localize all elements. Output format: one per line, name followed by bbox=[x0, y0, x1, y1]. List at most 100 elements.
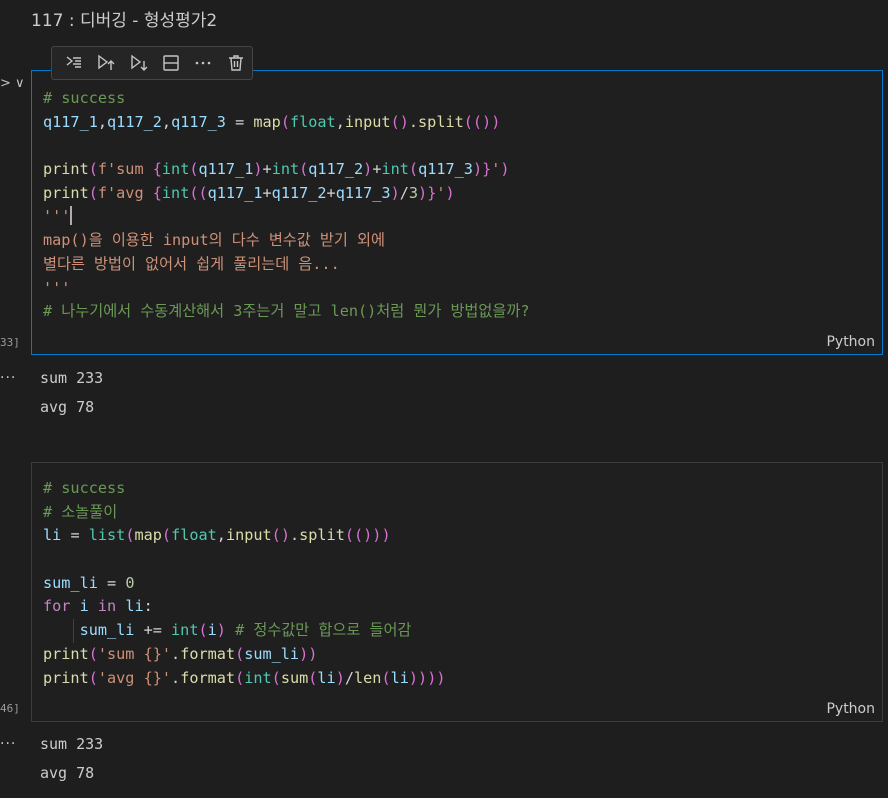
code-line[interactable]: ''' bbox=[43, 205, 529, 229]
code-token: )) bbox=[299, 644, 318, 663]
code-token: , bbox=[216, 526, 226, 545]
code-line[interactable]: for i in li: bbox=[43, 595, 445, 619]
code-token: ( bbox=[88, 644, 98, 663]
code-token: sum_li bbox=[244, 644, 300, 663]
cell-language-label[interactable]: Python bbox=[826, 701, 875, 717]
code-line[interactable]: sum_li = 0 bbox=[43, 572, 445, 596]
text-cursor bbox=[70, 206, 73, 226]
code-token: ) bbox=[335, 668, 345, 687]
code-token: ) bbox=[399, 112, 409, 131]
code-token: (( bbox=[463, 112, 483, 131]
code-token: for bbox=[43, 597, 71, 616]
code-token: # 나누기에서 수동계산해서 3주는거 말고 len()처럼 뭔가 방법없을까? bbox=[43, 302, 530, 321]
more-actions-icon[interactable] bbox=[187, 48, 219, 78]
execute-above-icon[interactable] bbox=[90, 48, 122, 78]
code-token: } bbox=[427, 183, 437, 202]
code-line[interactable]: ''' bbox=[43, 277, 529, 301]
code-token: q117_1 bbox=[207, 183, 263, 202]
code-line[interactable]: # success bbox=[43, 87, 529, 111]
code-line[interactable]: # 나누기에서 수동계산해서 3주는거 말고 len()처럼 뭔가 방법없을까? bbox=[43, 300, 529, 324]
code-token: ( bbox=[88, 160, 98, 179]
code-line[interactable]: # success bbox=[43, 477, 445, 501]
code-token: ( bbox=[189, 160, 199, 179]
output-line: avg 78 bbox=[40, 764, 95, 782]
code-line[interactable]: print('sum {}'.format(sum_li)) bbox=[43, 643, 445, 667]
code-line[interactable]: # 소놀풀이 bbox=[43, 501, 445, 525]
code-token: int bbox=[271, 160, 300, 179]
output-line: avg 78 bbox=[40, 398, 95, 416]
code-cell-1-source[interactable]: # success q117_1,q117_2,q117_3 = map(floa… bbox=[43, 87, 529, 324]
output-more-icon[interactable]: ... bbox=[0, 732, 16, 748]
code-token: ) bbox=[418, 183, 428, 202]
code-token: q117_2 bbox=[107, 112, 162, 131]
code-token: # 소놀풀이 bbox=[43, 502, 118, 521]
code-token: list bbox=[88, 526, 126, 545]
code-token: ''' bbox=[43, 207, 71, 226]
code-line[interactable]: sum_li += int(i) # 정수값만 합으로 들어감 bbox=[43, 619, 445, 643]
code-token: q117_1 bbox=[43, 112, 98, 131]
code-token: ( bbox=[161, 526, 172, 545]
code-token: map bbox=[253, 112, 281, 131]
code-token: map bbox=[134, 526, 162, 545]
code-line[interactable]: map()을 이용한 input의 다수 변수값 받기 외에 bbox=[43, 229, 529, 253]
code-token: format bbox=[180, 644, 236, 663]
split-cell-icon[interactable] bbox=[155, 48, 187, 78]
code-line[interactable]: print(f'sum {int(q117_1)+int(q117_2)+int… bbox=[43, 158, 529, 182]
code-token: + bbox=[262, 160, 272, 179]
code-line[interactable]: print('avg {}'.format(int(sum(li)/len(li… bbox=[43, 667, 445, 691]
code-cell-2-source[interactable]: # success # 소놀풀이 li = list(map(float,input… bbox=[43, 477, 445, 690]
code-token: print bbox=[43, 668, 89, 687]
code-token: { bbox=[152, 183, 162, 202]
code-token: . bbox=[171, 668, 181, 687]
code-token: ( bbox=[390, 112, 400, 131]
code-token: format bbox=[180, 668, 236, 687]
code-token: 3 bbox=[408, 183, 419, 202]
output-line: sum 233 bbox=[40, 735, 104, 753]
code-token: # success bbox=[43, 89, 126, 107]
code-line[interactable] bbox=[43, 134, 529, 158]
code-token: ) bbox=[216, 621, 226, 640]
delete-icon[interactable] bbox=[220, 48, 252, 78]
code-token: . bbox=[408, 112, 419, 131]
code-token: # 정수값만 합으로 들어감 bbox=[235, 621, 412, 640]
code-token: sum_li bbox=[79, 621, 135, 640]
execute-below-icon[interactable] bbox=[123, 48, 155, 78]
code-line[interactable]: q117_1,q117_2,q117_3 = map(float,input()… bbox=[43, 111, 529, 135]
code-token: map()을 이용한 input의 다수 변수값 받기 외에 bbox=[43, 231, 385, 250]
code-token: (( bbox=[189, 183, 208, 202]
code-token: ( bbox=[235, 644, 245, 663]
code-line[interactable]: 별다른 방법이 없어서 쉽게 풀리는데 음... bbox=[43, 253, 529, 277]
code-token: q117_3 bbox=[171, 112, 226, 131]
code-token: ( bbox=[235, 668, 245, 687]
code-token: ) bbox=[482, 112, 492, 131]
code-token: . bbox=[171, 644, 181, 663]
code-line[interactable]: li = list(map(float,input().split(())) bbox=[43, 524, 445, 548]
code-token: ( bbox=[271, 668, 281, 687]
code-token: += bbox=[134, 621, 172, 640]
code-token: , bbox=[97, 112, 108, 131]
code-token: li bbox=[43, 526, 62, 545]
code-line[interactable] bbox=[43, 548, 445, 572]
run-by-line-icon[interactable] bbox=[58, 48, 90, 78]
code-token: { bbox=[152, 160, 162, 179]
code-token: len bbox=[354, 668, 382, 687]
code-token: int bbox=[161, 183, 190, 202]
code-token: } bbox=[482, 160, 492, 179]
cell-collapse-chevron-icon[interactable]: > ∨ bbox=[0, 76, 25, 91]
code-token: float bbox=[289, 112, 336, 131]
execution-count: 46] bbox=[0, 702, 20, 715]
code-token: print bbox=[43, 644, 89, 663]
code-token: ( bbox=[280, 112, 290, 131]
output-more-icon[interactable]: ... bbox=[0, 366, 16, 382]
code-line[interactable]: print(f'avg {int((q117_1+q117_2+q117_3)/… bbox=[43, 182, 529, 206]
code-token: print bbox=[43, 183, 89, 202]
code-token: , bbox=[161, 112, 172, 131]
code-token: f'sum bbox=[97, 160, 153, 179]
code-token: ''' bbox=[43, 278, 71, 297]
cell-language-label[interactable]: Python bbox=[826, 334, 875, 350]
code-token: ( bbox=[88, 183, 98, 202]
code-token: li bbox=[317, 668, 336, 687]
code-token: int bbox=[244, 668, 272, 687]
